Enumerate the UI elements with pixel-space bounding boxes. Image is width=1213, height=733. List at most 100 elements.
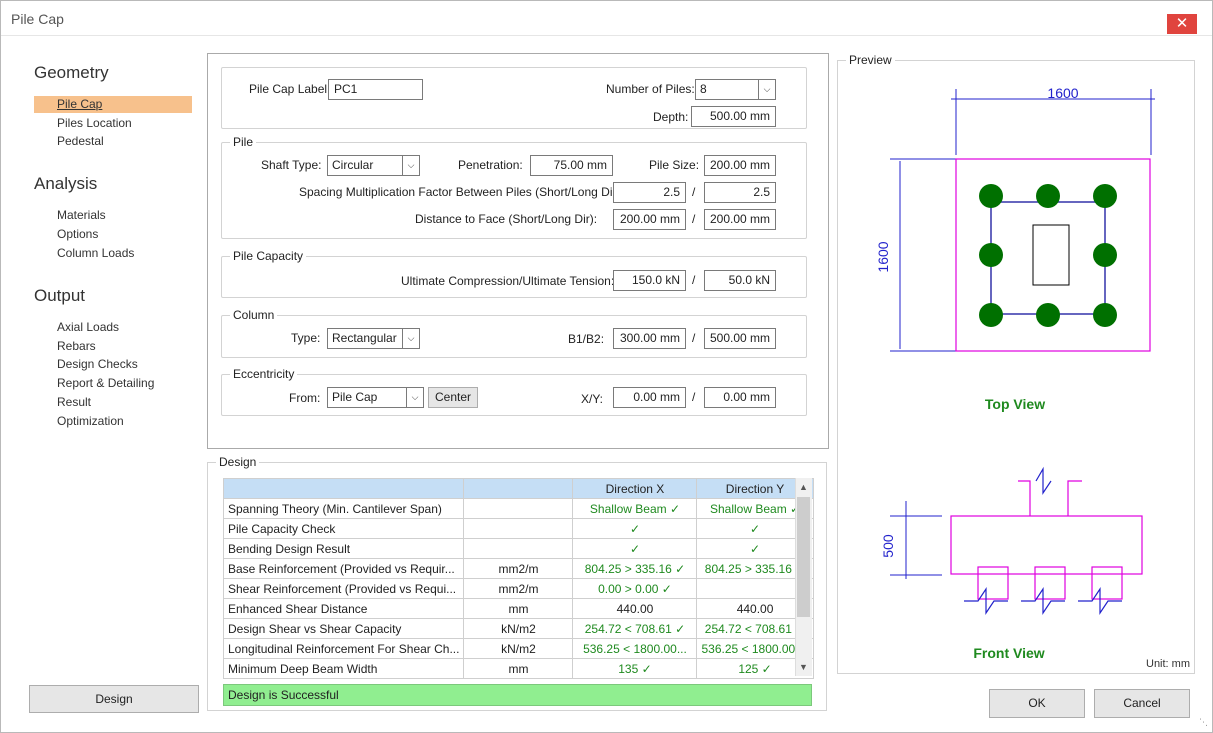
- front-view-label: Front View: [973, 645, 1044, 661]
- ultimate-capacity-caption: Ultimate Compression/Ultimate Tension:: [401, 274, 615, 288]
- depth-input[interactable]: 500.00 mm: [691, 106, 776, 127]
- close-button[interactable]: ✕: [1167, 14, 1197, 34]
- window-title: Pile Cap: [11, 11, 64, 27]
- chevron-down-icon[interactable]: ⌵: [758, 80, 775, 99]
- number-of-piles-select[interactable]: 8 ⌵: [695, 79, 776, 100]
- table-scroll-thumb[interactable]: [797, 497, 810, 617]
- table-cell: Longitudinal Reinforcement For Shear Ch.…: [222, 638, 465, 659]
- design-button[interactable]: Design: [29, 685, 199, 713]
- column-type-caption: Type:: [291, 331, 321, 345]
- spacing-factor-caption: Spacing Multiplication Factor Between Pi…: [299, 185, 624, 199]
- nav-item-pedestal[interactable]: Pedestal: [57, 133, 104, 150]
- table-cell: mm: [463, 658, 574, 679]
- pile-cap-label-caption: Pile Cap Label:: [249, 82, 331, 96]
- shaft-type-value: Circular: [332, 158, 374, 172]
- table-cell: Pile Capacity Check: [222, 518, 465, 539]
- spacing-separator: /: [692, 185, 696, 199]
- table-row[interactable]: Spanning Theory (Min. Cantilever Span) Sh…: [222, 498, 814, 519]
- table-header-row: Direction X Direction Y: [222, 478, 814, 499]
- table-cell: 440.00: [572, 598, 698, 619]
- pile-cap-dialog: Pile Cap ✕ Geometry Pile Cap Piles Locat…: [0, 0, 1213, 733]
- compression-input[interactable]: 150.0 kN: [613, 270, 686, 291]
- table-row[interactable]: Minimum Deep Beam Width mm 135 ✓ 125 ✓: [222, 658, 814, 679]
- nav-item-axial-loads[interactable]: Axial Loads: [57, 319, 119, 336]
- table-row[interactable]: Bending Design Result ✓ ✓: [222, 538, 814, 559]
- cancel-button[interactable]: Cancel: [1094, 689, 1190, 718]
- pile-cap-label-input[interactable]: PC1: [328, 79, 423, 100]
- table-header[interactable]: Direction X: [572, 478, 698, 499]
- table-cell: kN/m2: [463, 638, 574, 659]
- ok-button[interactable]: OK: [989, 689, 1085, 718]
- column-type-select[interactable]: Rectangular ⌵: [327, 328, 420, 349]
- top-view-label: Top View: [985, 396, 1045, 412]
- scroll-down-icon[interactable]: ▼: [795, 658, 812, 676]
- face-short-input[interactable]: 200.00 mm: [613, 209, 686, 230]
- table-cell: mm: [463, 598, 574, 619]
- nav-item-report-detailing[interactable]: Report & Detailing: [57, 375, 154, 392]
- face-separator: /: [692, 212, 696, 226]
- face-long-input[interactable]: 200.00 mm: [704, 209, 776, 230]
- front-depth-dimension: 500: [880, 534, 896, 558]
- table-row[interactable]: Pile Capacity Check ✓ ✓: [222, 518, 814, 539]
- nav-item-column-loads[interactable]: Column Loads: [57, 245, 134, 262]
- nav-item-options[interactable]: Options: [57, 226, 98, 243]
- table-cell: Enhanced Shear Distance: [222, 598, 465, 619]
- table-header: [463, 478, 574, 499]
- table-cell: 254.72 < 708.61 ✓: [572, 618, 698, 639]
- pile-group-title: Pile: [230, 135, 257, 149]
- scroll-up-icon[interactable]: ▲: [795, 478, 812, 496]
- b2-input[interactable]: 500.00 mm: [704, 328, 776, 349]
- b1-input[interactable]: 300.00 mm: [613, 328, 686, 349]
- table-row[interactable]: Enhanced Shear Distance mm 440.00 440.00: [222, 598, 814, 619]
- nav-item-materials[interactable]: Materials: [57, 207, 106, 224]
- pile-size-caption: Pile Size:: [649, 158, 700, 172]
- resize-grip-icon[interactable]: ⋱: [1199, 717, 1208, 728]
- table-cell: Minimum Deep Beam Width: [222, 658, 465, 679]
- nav-item-piles-location[interactable]: Piles Location: [57, 115, 132, 132]
- eccentricity-x-input[interactable]: 0.00 mm: [613, 387, 686, 408]
- spacing-short-input[interactable]: 2.5: [613, 182, 686, 203]
- table-cell: 536.25 < 1800.00...: [572, 638, 698, 659]
- shaft-type-select[interactable]: Circular ⌵: [327, 155, 420, 176]
- table-cell: mm2/m: [463, 578, 574, 599]
- eccentricity-group-title: Eccentricity: [230, 367, 298, 381]
- table-cell: [463, 498, 574, 519]
- nav-item-rebars[interactable]: Rebars: [57, 338, 96, 355]
- chevron-down-icon[interactable]: ⌵: [406, 388, 423, 407]
- nav-item-optimization[interactable]: Optimization: [57, 413, 124, 430]
- nav-item-design-checks[interactable]: Design Checks: [57, 356, 138, 373]
- tension-input[interactable]: 50.0 kN: [704, 270, 776, 291]
- nav-item-pile-cap[interactable]: Pile Cap: [34, 96, 192, 113]
- table-row[interactable]: Design Shear vs Shear Capacity kN/m2 254.7…: [222, 618, 814, 639]
- column-type-value: Rectangular: [332, 331, 397, 345]
- center-button[interactable]: Center: [428, 387, 479, 408]
- table-row[interactable]: Longitudinal Reinforcement For Shear Ch.…: [222, 638, 814, 659]
- from-caption: From:: [289, 391, 321, 405]
- chevron-down-icon[interactable]: ⌵: [402, 329, 419, 348]
- design-results-table[interactable]: Direction X Direction Y Spanning Theory …: [222, 478, 814, 679]
- nav-heading-output: Output: [34, 286, 86, 305]
- penetration-caption: Penetration:: [458, 158, 523, 172]
- nav-heading-analysis: Analysis: [34, 174, 98, 193]
- pile-capacity-title: Pile Capacity: [230, 249, 307, 263]
- top-height-dimension: 1600: [875, 241, 891, 272]
- table-cell: Base Reinforcement (Provided vs Requir..…: [222, 558, 465, 579]
- table-row[interactable]: Base Reinforcement (Provided vs Requir..…: [222, 558, 814, 579]
- chevron-down-icon[interactable]: ⌵: [402, 156, 419, 175]
- pile-size-input[interactable]: 200.00 mm: [704, 155, 776, 176]
- spacing-long-input[interactable]: 2.5: [704, 182, 776, 203]
- b1-b2-caption: B1/B2:: [568, 332, 605, 346]
- unit-label: Unit: mm: [1146, 658, 1190, 670]
- design-status-bar: Design is Successful: [223, 684, 812, 706]
- eccentricity-from-select[interactable]: Pile Cap ⌵: [327, 387, 424, 408]
- depth-caption: Depth:: [653, 110, 689, 124]
- nav-item-result[interactable]: Result: [57, 394, 91, 411]
- xy-separator: /: [692, 390, 696, 404]
- eccentricity-y-input[interactable]: 0.00 mm: [704, 387, 776, 408]
- number-of-piles-caption: Number of Piles:: [606, 82, 695, 96]
- table-cell: mm2/m: [463, 558, 574, 579]
- table-row[interactable]: Shear Reinforcement (Provided vs Requi..…: [222, 578, 814, 599]
- penetration-input[interactable]: 75.00 mm: [530, 155, 613, 176]
- table-header: [222, 478, 465, 499]
- table-cell: Bending Design Result: [222, 538, 465, 559]
